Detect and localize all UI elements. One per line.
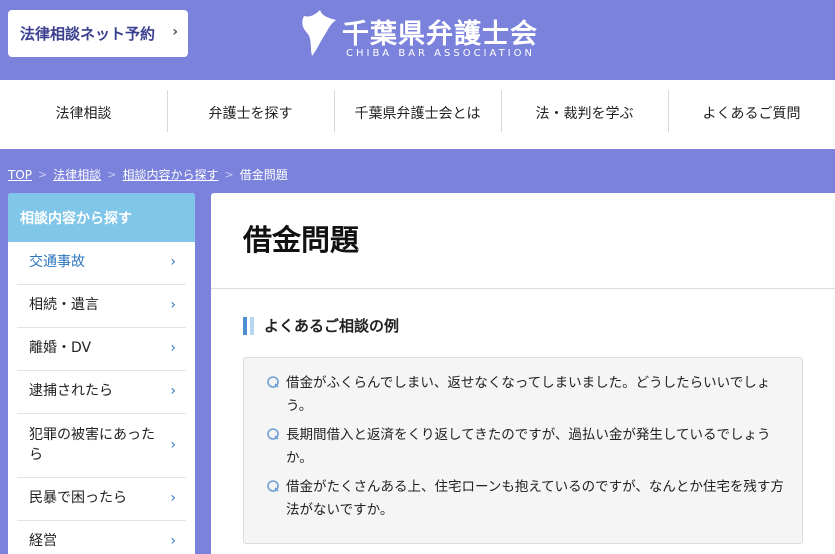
example-question-text: 長期間借入と返済をくり返してきたのですが、過払い金が発生しているでしょうか。 [286, 427, 771, 466]
chevron-right-icon: › [172, 24, 178, 40]
list-item: 長期間借入と返済をくり返してきたのですが、過払い金が発生しているでしょうか。 [266, 424, 786, 470]
example-question-text: 借金がたくさんある上、住宅ローンも抱えているのですが、なんとか住宅を残す方法がな… [286, 479, 784, 518]
nav-item-faq[interactable]: よくあるご質問 [668, 80, 835, 149]
example-questions-box: 借金がふくらんでしまい、返せなくなってしまいました。どうしたらいいでしょう。 長… [243, 357, 803, 544]
breadcrumb-top-link[interactable]: TOP [8, 168, 32, 182]
online-reservation-button[interactable]: 法律相談ネット予約 › [8, 10, 188, 57]
sidebar-item-antisocial-forces[interactable]: 民暴で困ったら › [17, 478, 186, 521]
nav-item-about-association[interactable]: 千葉県弁護士会とは [334, 80, 501, 149]
reservation-label: 法律相談ネット予約 [20, 25, 156, 43]
site-logo[interactable]: 千葉県弁護士会 CHIBA BAR ASSOCIATION [298, 8, 558, 64]
list-item: 借金がふくらんでしまい、返せなくなってしまいました。どうしたらいいでしょう。 [266, 372, 786, 418]
sidebar-item-crime-victim[interactable]: 犯罪の被害にあったら › [17, 414, 186, 478]
section-title-text: よくあるご相談の例 [264, 317, 400, 335]
sidebar-item-label: 交通事故 [29, 254, 85, 271]
chevron-right-icon: › [170, 490, 176, 507]
title-divider [211, 288, 835, 289]
nav-item-find-lawyer[interactable]: 弁護士を探す [167, 80, 334, 149]
sidebar-item-label: 民暴で困ったら [29, 490, 127, 507]
list-item: 借金がたくさんある上、住宅ローンも抱えているのですが、なんとか住宅を残す方法がな… [266, 476, 786, 522]
sidebar-item-label: 逮捕されたら [29, 383, 113, 400]
main-content: 借金問題 よくあるご相談の例 借金がふくらんでしまい、返せなくなってしまいました… [211, 193, 835, 554]
question-bubble-icon [267, 480, 279, 492]
section-marker-icon [250, 316, 254, 335]
question-bubble-icon [267, 376, 279, 388]
chevron-right-icon: › [170, 340, 176, 357]
chevron-right-icon: › [170, 533, 176, 550]
site-header: 法律相談ネット予約 › 千葉県弁護士会 CHIBA BAR ASSOCIATIO… [0, 0, 835, 80]
sidebar-item-inheritance[interactable]: 相続・遺言 › [17, 285, 186, 328]
breadcrumb-separator: > [224, 168, 234, 181]
nav-item-learn-law[interactable]: 法・裁判を学ぶ [501, 80, 668, 149]
breadcrumb-consultation-link[interactable]: 法律相談 [53, 166, 101, 183]
chevron-right-icon: › [170, 383, 176, 400]
nav-item-legal-consultation[interactable]: 法律相談 [0, 80, 167, 149]
breadcrumb-current: 借金問題 [239, 168, 288, 182]
example-question-text: 借金がふくらんでしまい、返せなくなってしまいました。どうしたらいいでしょう。 [286, 375, 771, 414]
sidebar-item-label: 犯罪の被害にあったら [29, 426, 155, 463]
question-bubble-icon [267, 428, 279, 440]
sidebar-item-arrested[interactable]: 逮捕されたら › [17, 371, 186, 414]
chiba-map-logo-icon [302, 10, 336, 56]
global-nav: 法律相談 弁護士を探す 千葉県弁護士会とは 法・裁判を学ぶ よくあるご質問 [0, 80, 835, 149]
sidebar-item-business[interactable]: 経営 › [17, 521, 186, 554]
chevron-right-icon: › [170, 254, 176, 271]
section-marker-icon [243, 316, 247, 335]
sidebar-item-divorce-dv[interactable]: 離婚・DV › [17, 328, 186, 371]
sidebar-item-label: 経営 [29, 533, 57, 550]
breadcrumb-search-by-topic-link[interactable]: 相談内容から探す [122, 166, 218, 183]
sidebar: 相談内容から探す 交通事故 › 相続・遺言 › 離婚・DV › 逮捕されたら ›… [8, 193, 195, 554]
breadcrumb: TOP > 法律相談 > 相談内容から探す > 借金問題 [8, 166, 288, 183]
logo-japanese-name: 千葉県弁護士会 [342, 19, 538, 50]
sidebar-item-label: 相続・遺言 [29, 297, 99, 314]
sidebar-item-label: 離婚・DV [29, 340, 92, 357]
sidebar-title: 相談内容から探す [8, 193, 195, 242]
page-title: 借金問題 [243, 223, 360, 257]
breadcrumb-separator: > [38, 168, 48, 181]
logo-english-name: CHIBA BAR ASSOCIATION [346, 48, 535, 59]
breadcrumb-separator: > [107, 168, 117, 181]
section-title: よくあるご相談の例 [243, 315, 399, 336]
chevron-right-icon: › [170, 436, 176, 453]
chevron-right-icon: › [170, 297, 176, 314]
sidebar-item-traffic-accident[interactable]: 交通事故 › [17, 242, 186, 285]
